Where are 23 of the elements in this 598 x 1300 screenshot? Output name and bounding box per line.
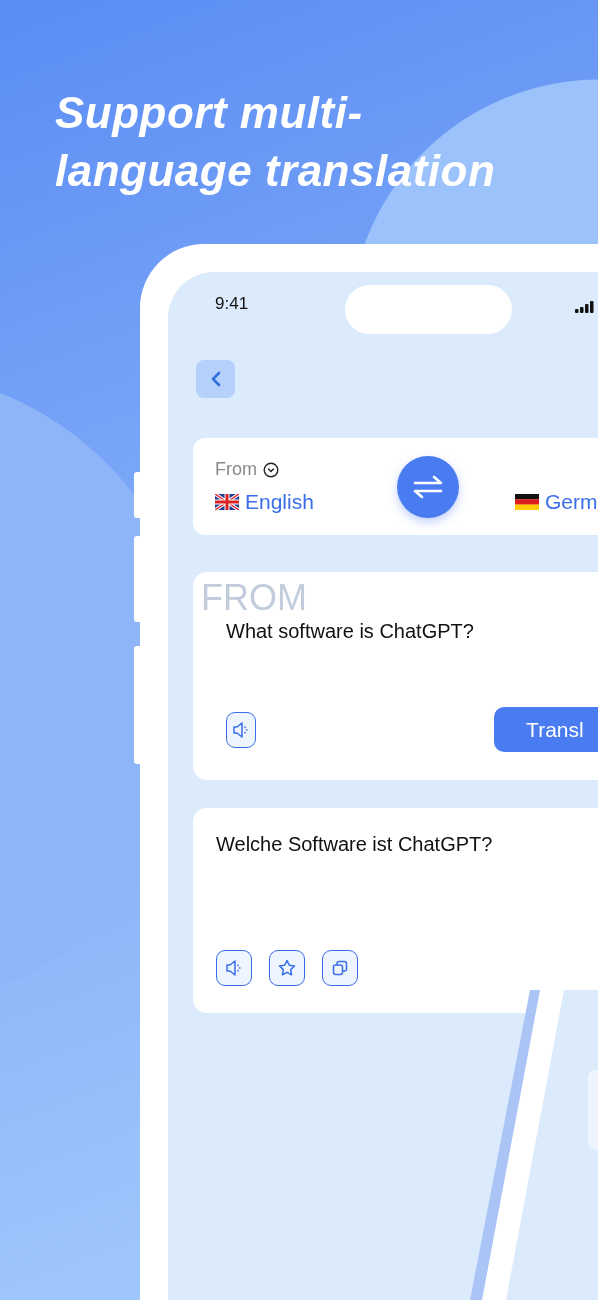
speaker-icon — [224, 958, 244, 978]
target-language[interactable]: Germ — [515, 490, 598, 514]
favorite-button[interactable] — [269, 950, 305, 986]
watermark-text: FROM — [201, 580, 307, 616]
status-time: 9:41 — [215, 294, 250, 314]
star-icon — [277, 958, 297, 978]
uk-flag-icon — [215, 494, 239, 510]
swap-languages-button[interactable] — [397, 455, 459, 518]
copy-button[interactable] — [322, 950, 358, 986]
dropdown-icon — [263, 461, 279, 478]
german-flag-icon — [515, 494, 539, 510]
translated-text: Welche Software ist ChatGPT? — [216, 833, 494, 856]
swap-icon — [412, 473, 444, 500]
source-text: What software is ChatGPT? — [226, 620, 475, 643]
from-label: From — [215, 459, 257, 480]
back-button[interactable] — [196, 360, 235, 398]
headline: Support multi-language translation — [54, 87, 497, 197]
source-language[interactable]: English — [215, 490, 397, 514]
back-icon — [209, 371, 222, 387]
translate-button[interactable]: Transl — [494, 707, 598, 752]
copy-icon — [330, 958, 350, 978]
speak-button[interactable] — [216, 950, 252, 986]
speak-button[interactable] — [226, 711, 257, 748]
